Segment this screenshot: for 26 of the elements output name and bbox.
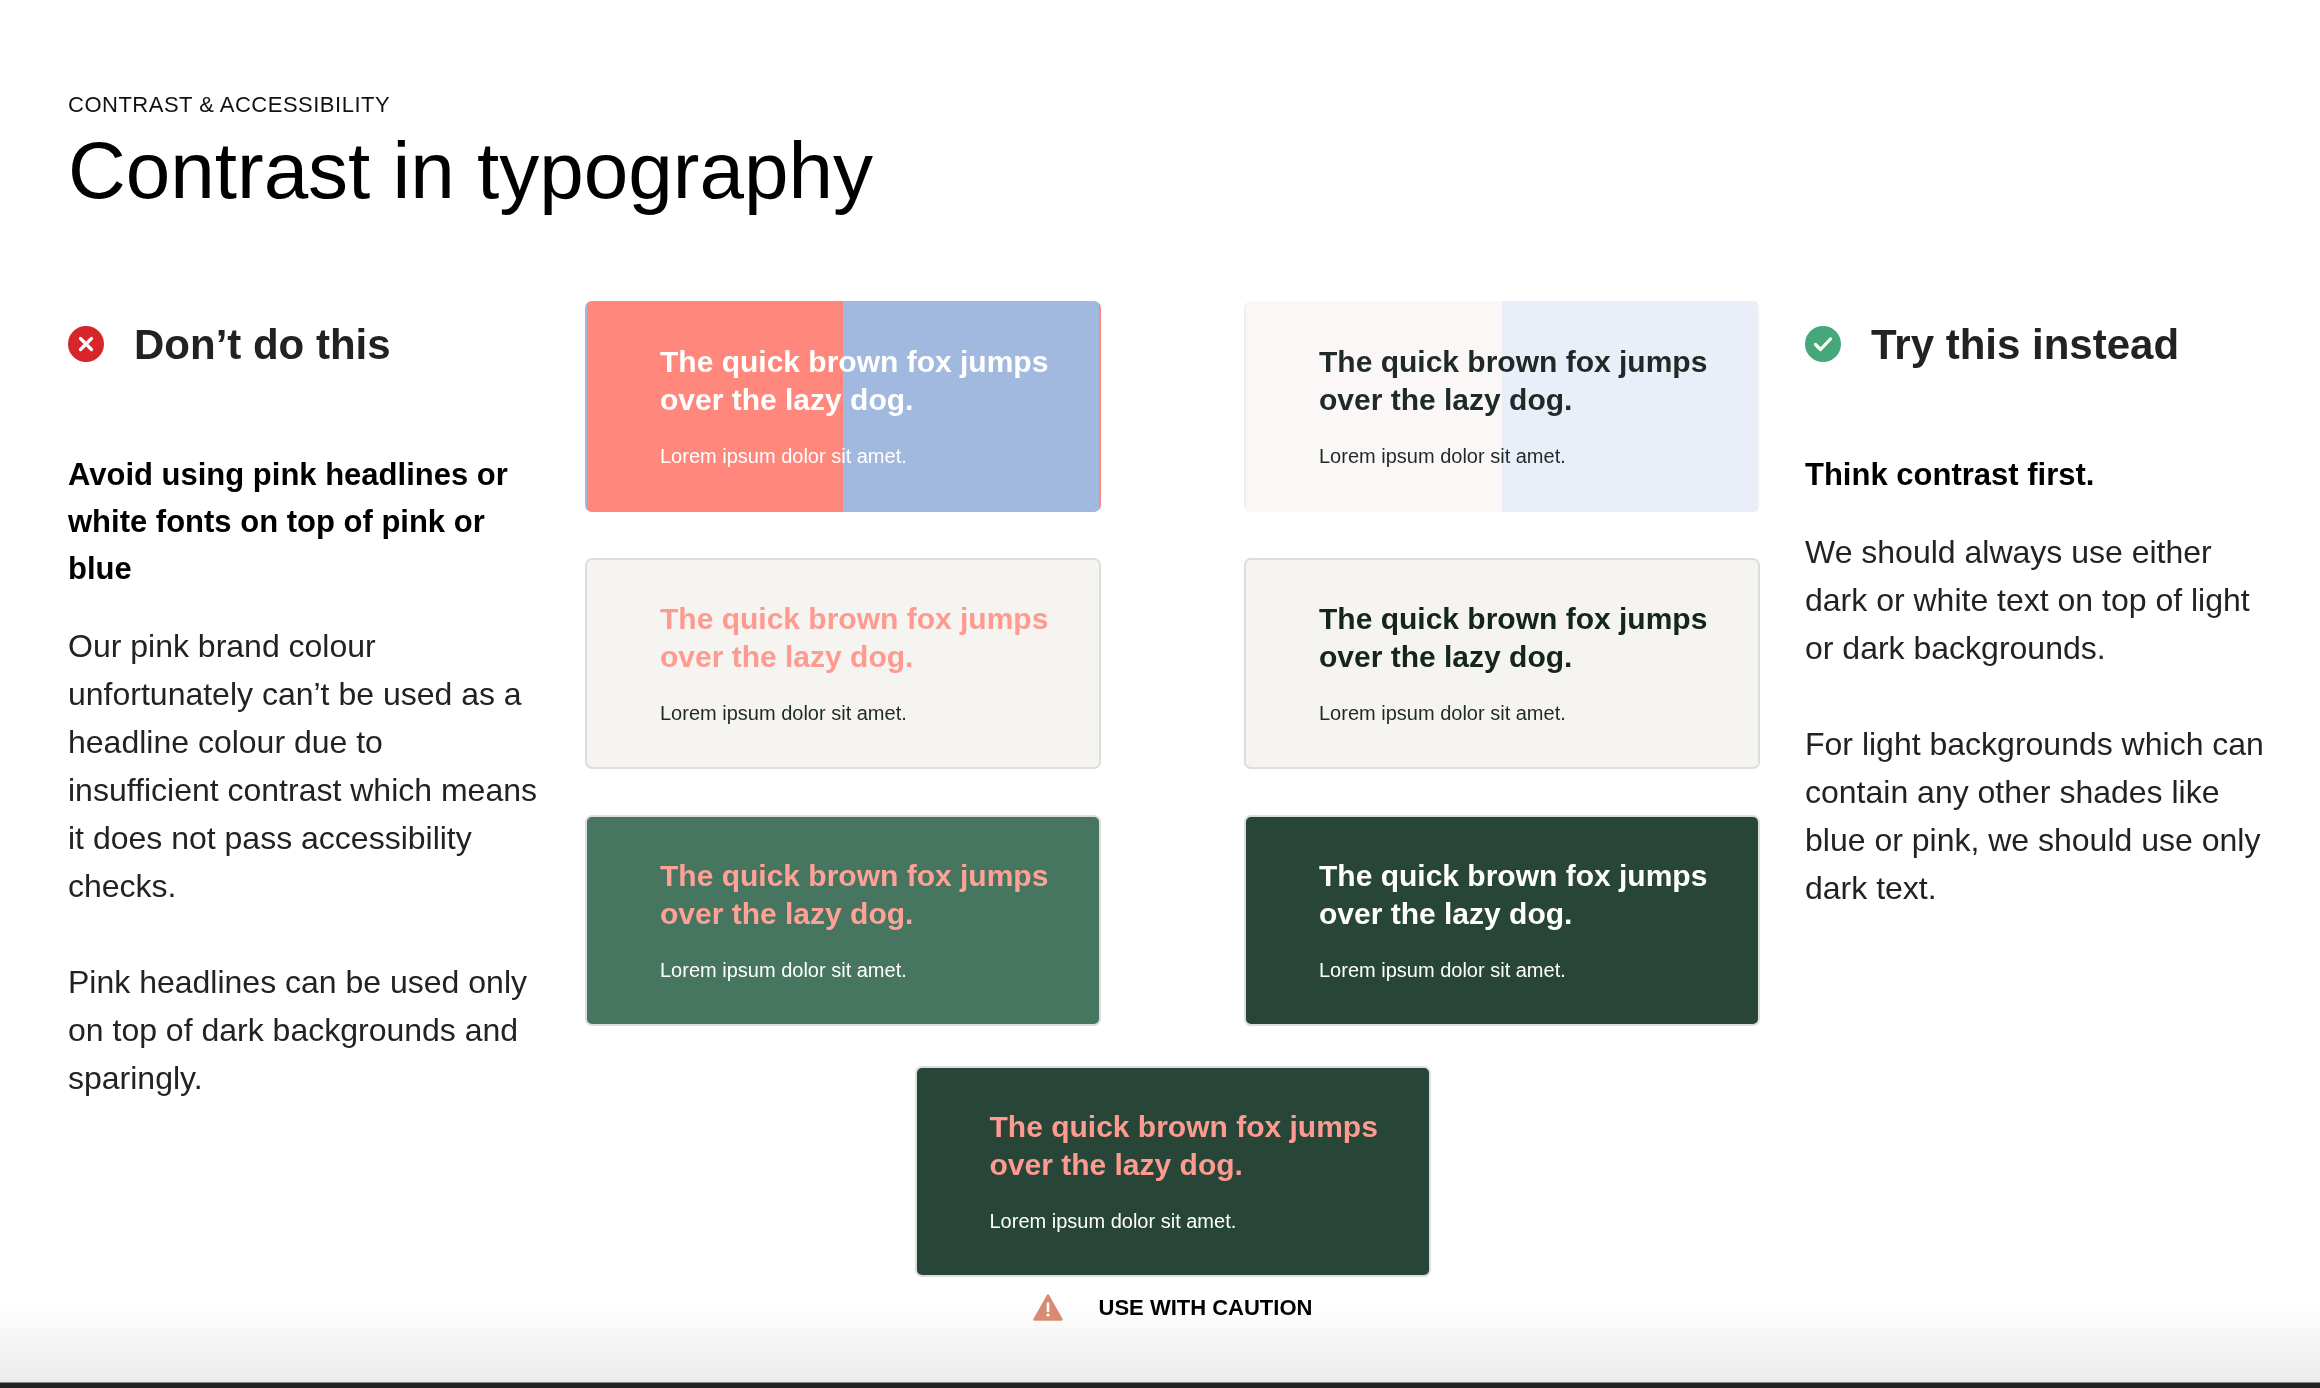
sample-headline: The quick brown fox jumps over the lazy dog. xyxy=(660,858,1050,932)
sample-text: Lorem ipsum dolor sit amet. xyxy=(660,958,908,983)
sample-headline: The quick brown fox jumps over the lazy dog. xyxy=(1319,344,1709,418)
check-icon xyxy=(1805,326,1841,362)
sample-headline: The quick brown fox jumps over the lazy dog. xyxy=(660,601,1050,675)
sample-text: Lorem ipsum dolor sit amet. xyxy=(1319,701,1567,726)
warning-icon xyxy=(1032,1294,1063,1321)
caution-label: USE WITH CAUTION xyxy=(1098,1294,1313,1322)
body-paragraph: For light backgrounds which can contain any other shades like blue or pink, we should use only dark text. xyxy=(1805,725,2265,908)
sample-text: Lorem ipsum dolor sit amet. xyxy=(1319,444,1567,469)
lead-text: Avoid using pink headlines or white fonts on top of pink or blue xyxy=(68,456,509,588)
body-paragraph: Pink headlines can be used only on top of dark backgrounds and sparingly. xyxy=(68,963,528,1098)
sample-text: Lorem ipsum dolor sit amet. xyxy=(1319,958,1567,983)
section-heading: Don’t do this xyxy=(134,319,391,370)
page-title: Contrast in typography xyxy=(68,129,874,213)
sample-headline: The quick brown fox jumps over the lazy dog. xyxy=(1319,601,1709,675)
error-icon xyxy=(68,326,104,362)
sample-headline: The quick brown fox jumps over the lazy dog. xyxy=(989,1109,1379,1183)
body-paragraph: We should always use either dark or white text on top of light or dark backgrounds. xyxy=(1805,533,2251,668)
lead-text: Think contrast first. xyxy=(1805,456,2096,494)
sample-headline: The quick brown fox jumps over the lazy dog. xyxy=(1319,858,1709,932)
body-paragraph: Our pink brand colour unfortunately can’t be used as a headline colour due to insufficient contrast which means it does not pass accessibility checks. xyxy=(68,627,538,906)
eyebrow-label: CONTRAST & ACCESSIBILITY xyxy=(68,91,392,119)
sample-text: Lorem ipsum dolor sit amet. xyxy=(660,701,908,726)
section-heading: Try this instead xyxy=(1871,319,2180,370)
sample-text: Lorem ipsum dolor sit amet. xyxy=(989,1209,1238,1234)
